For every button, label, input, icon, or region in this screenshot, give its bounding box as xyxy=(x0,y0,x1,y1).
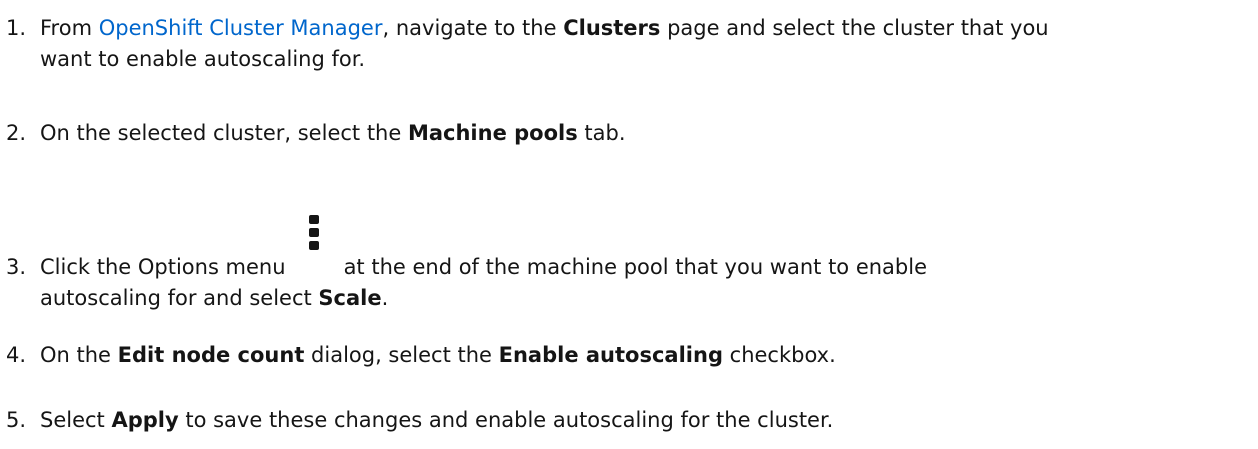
step-text-segment: . xyxy=(381,286,389,310)
procedure-steps-list: 1. From OpenShift Cluster Manager, navig… xyxy=(0,0,1258,449)
scale-emphasis: Scale xyxy=(318,286,382,310)
step-text: Click the Options menu at the end of the … xyxy=(40,215,1250,314)
openshift-cluster-manager-link[interactable]: OpenShift Cluster Manager xyxy=(99,16,383,40)
apply-emphasis: Apply xyxy=(111,408,179,432)
step-text-segment: Select xyxy=(40,408,112,432)
step-text: Select Apply to save these changes and e… xyxy=(40,405,1250,436)
step-number: 2. xyxy=(6,121,27,145)
step-text-segment: to save these changes and enable autosca… xyxy=(178,408,834,432)
step-text-segment: at the end of the machine pool that you … xyxy=(343,255,928,279)
step-text-segment: autoscaling for and select xyxy=(40,286,319,310)
step-text-segment: , navigate to the xyxy=(382,16,564,40)
step-number: 4. xyxy=(6,343,27,367)
clusters-emphasis: Clusters xyxy=(563,16,661,40)
step-number: 1. xyxy=(6,16,27,40)
edit-node-count-emphasis: Edit node count xyxy=(117,343,305,367)
step-text: On the selected cluster, select the Mach… xyxy=(40,118,1250,149)
step-text-segment: page and select the cluster that you xyxy=(660,16,1049,40)
step-number: 5. xyxy=(6,408,27,432)
machine-pools-emphasis: Machine pools xyxy=(407,121,578,145)
step-text-segment: dialog, select the xyxy=(304,343,499,367)
step-text-segment: Click the Options menu xyxy=(40,255,286,279)
step-text-continuation: want to enable autoscaling for. xyxy=(40,47,366,71)
step-text-segment: From xyxy=(40,16,99,40)
step-number: 3. xyxy=(6,255,27,279)
step-text-segment: On the selected cluster, select the xyxy=(40,121,408,145)
step-text: On the Edit node count dialog, select th… xyxy=(40,340,1250,371)
step-text: From OpenShift Cluster Manager, navigate… xyxy=(40,13,1250,75)
kebab-options-icon xyxy=(286,215,344,283)
step-text-segment: On the xyxy=(40,343,118,367)
enable-autoscaling-emphasis: Enable autoscaling xyxy=(498,343,723,367)
step-text-segment: checkbox. xyxy=(722,343,836,367)
step-text-segment: tab. xyxy=(577,121,626,145)
